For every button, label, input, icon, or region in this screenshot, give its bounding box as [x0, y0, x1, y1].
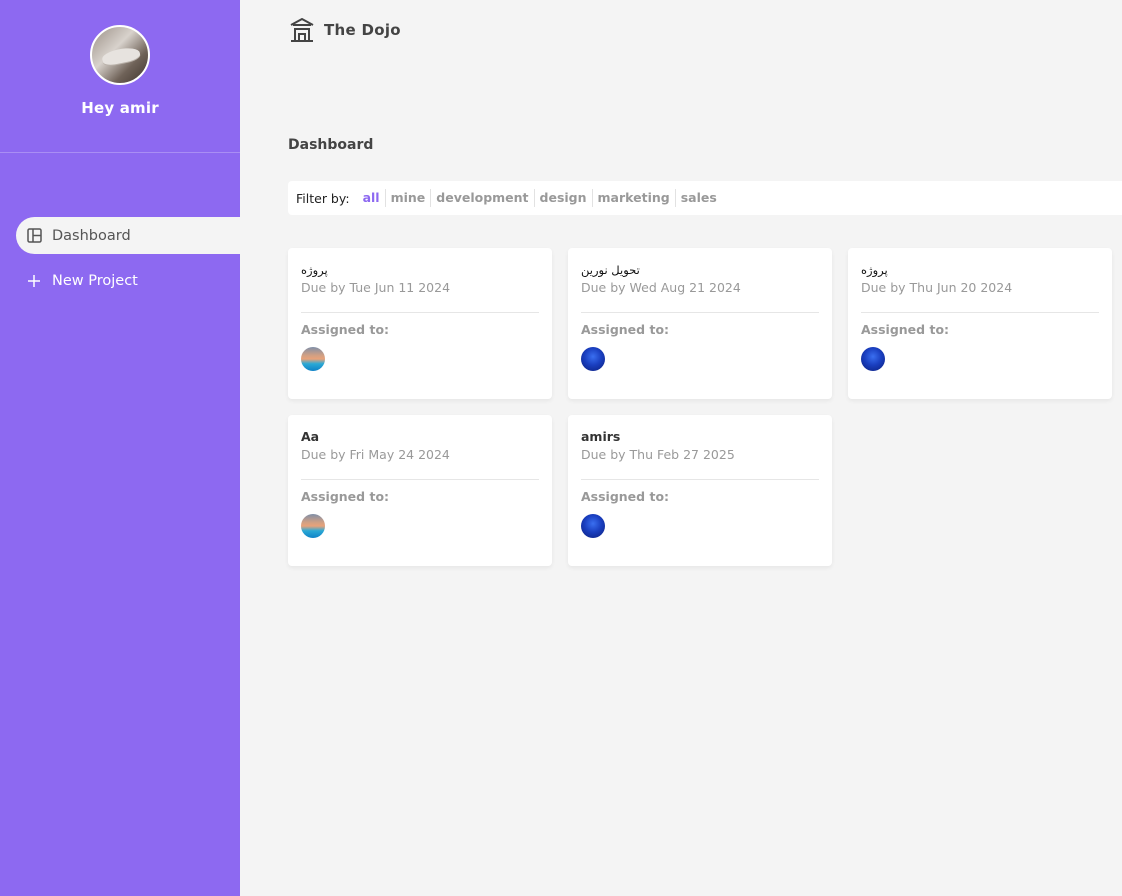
- page-title: Dashboard: [288, 137, 374, 153]
- project-card[interactable]: amirs Due by Thu Feb 27 2025 Assigned to…: [568, 415, 832, 566]
- brand-name: The Dojo: [324, 21, 401, 39]
- project-title: Aa: [301, 429, 320, 444]
- assignee-avatar: [301, 347, 325, 371]
- project-filter: Filter by: all mine development design m…: [288, 181, 1122, 215]
- filter-label: Filter by:: [296, 190, 350, 206]
- project-due-date: Due by Thu Feb 27 2025: [581, 447, 735, 462]
- filter-option-development[interactable]: development: [431, 189, 535, 207]
- card-divider: [301, 479, 539, 480]
- plus-icon: [26, 273, 42, 289]
- filter-option-all[interactable]: all: [358, 189, 386, 207]
- assigned-label: Assigned to:: [301, 489, 390, 504]
- assignee-avatar: [301, 514, 325, 538]
- project-title: amirs: [581, 429, 621, 444]
- sidebar: Hey amir Dashboard New Project: [0, 0, 240, 896]
- assigned-label: Assigned to:: [581, 489, 670, 504]
- project-due-date: Due by Wed Aug 21 2024: [581, 280, 741, 295]
- avatar-photo: [100, 45, 142, 67]
- project-card[interactable]: پروژه Due by Thu Jun 20 2024 Assigned to…: [848, 248, 1112, 399]
- project-title: پروژه: [861, 263, 888, 277]
- assignee-avatar: [581, 347, 605, 371]
- assigned-label: Assigned to:: [581, 322, 670, 337]
- filter-option-design[interactable]: design: [535, 189, 593, 207]
- temple-icon: [288, 16, 316, 44]
- brand[interactable]: The Dojo: [288, 16, 401, 44]
- sidebar-item-label: New Project: [52, 272, 138, 289]
- project-due-date: Due by Tue Jun 11 2024: [301, 280, 451, 295]
- sidebar-item-dashboard[interactable]: Dashboard: [16, 217, 240, 254]
- assignee-avatar: [581, 514, 605, 538]
- filter-option-sales[interactable]: sales: [676, 189, 722, 207]
- assignee-avatar: [861, 347, 885, 371]
- card-divider: [301, 312, 539, 313]
- filter-option-marketing[interactable]: marketing: [593, 189, 676, 207]
- assigned-label: Assigned to:: [301, 322, 390, 337]
- user-block: Hey amir: [0, 0, 240, 153]
- card-divider: [581, 312, 819, 313]
- assigned-label: Assigned to:: [861, 322, 950, 337]
- user-greeting: Hey amir: [81, 99, 159, 117]
- project-title: تحویل نورین: [581, 263, 640, 277]
- sidebar-nav: Dashboard New Project: [16, 217, 240, 307]
- dashboard-icon: [26, 228, 42, 244]
- project-card[interactable]: Aa Due by Fri May 24 2024 Assigned to:: [288, 415, 552, 566]
- project-title: پروژه: [301, 263, 328, 277]
- project-due-date: Due by Thu Jun 20 2024: [861, 280, 1013, 295]
- sidebar-item-label: Dashboard: [52, 227, 131, 244]
- filter-option-mine[interactable]: mine: [386, 189, 432, 207]
- card-divider: [581, 479, 819, 480]
- app-root: Hey amir Dashboard New Project The Dojo …: [0, 0, 1122, 896]
- project-card[interactable]: تحویل نورین Due by Wed Aug 21 2024 Assig…: [568, 248, 832, 399]
- user-avatar: [90, 25, 150, 85]
- sidebar-item-new-project[interactable]: New Project: [16, 262, 240, 299]
- card-divider: [861, 312, 1099, 313]
- project-due-date: Due by Fri May 24 2024: [301, 447, 450, 462]
- project-card[interactable]: پروژه Due by Tue Jun 11 2024 Assigned to…: [288, 248, 552, 399]
